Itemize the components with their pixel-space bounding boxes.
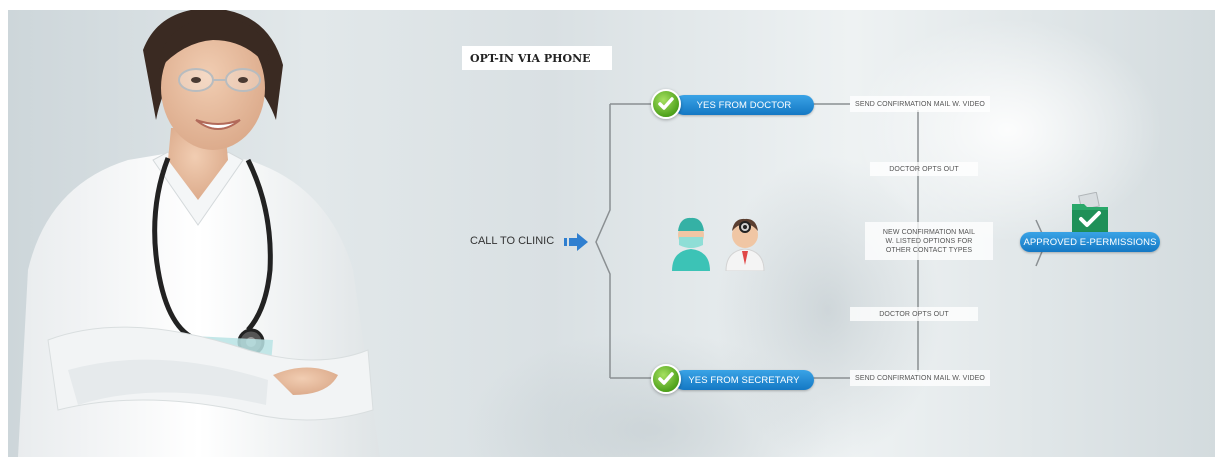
call-to-clinic-label: CALL TO CLINIC <box>470 235 555 247</box>
new-mail-line-3: OTHER CONTACT TYPES <box>885 246 973 254</box>
send-confirmation-note-bottom: SEND CONFIRMATION MAIL W. VIDEO <box>850 370 990 386</box>
check-icon <box>651 89 681 119</box>
new-mail-line-1: NEW CONFIRMATION MAIL <box>882 228 976 236</box>
doctor-opts-out-note-bottom: DOCTOR OPTS OUT <box>850 307 978 321</box>
diagram-canvas: OPT-IN VIA PHONE CALL TO CLINIC YES FROM… <box>8 10 1215 457</box>
arrow-right-icon <box>564 233 588 251</box>
doctor-opts-out-note-top: DOCTOR OPTS OUT <box>870 162 978 176</box>
new-mail-line-2: W. LISTED OPTIONS FOR <box>885 237 973 245</box>
check-icon <box>651 364 681 394</box>
yes-from-secretary-pill: YES FROM SECRETARY <box>674 370 814 390</box>
new-confirmation-mail-note: NEW CONFIRMATION MAIL W. LISTED OPTIONS … <box>865 222 993 260</box>
approved-e-permissions-pill: APPROVED E-PERMISSIONS <box>1020 232 1160 252</box>
surgeon-icon <box>672 217 710 271</box>
yes-from-doctor-pill: YES FROM DOCTOR <box>674 95 814 115</box>
doctor-icon <box>725 218 765 271</box>
folder-check-icon <box>1072 192 1108 232</box>
send-confirmation-note-top: SEND CONFIRMATION MAIL W. VIDEO <box>850 96 990 112</box>
